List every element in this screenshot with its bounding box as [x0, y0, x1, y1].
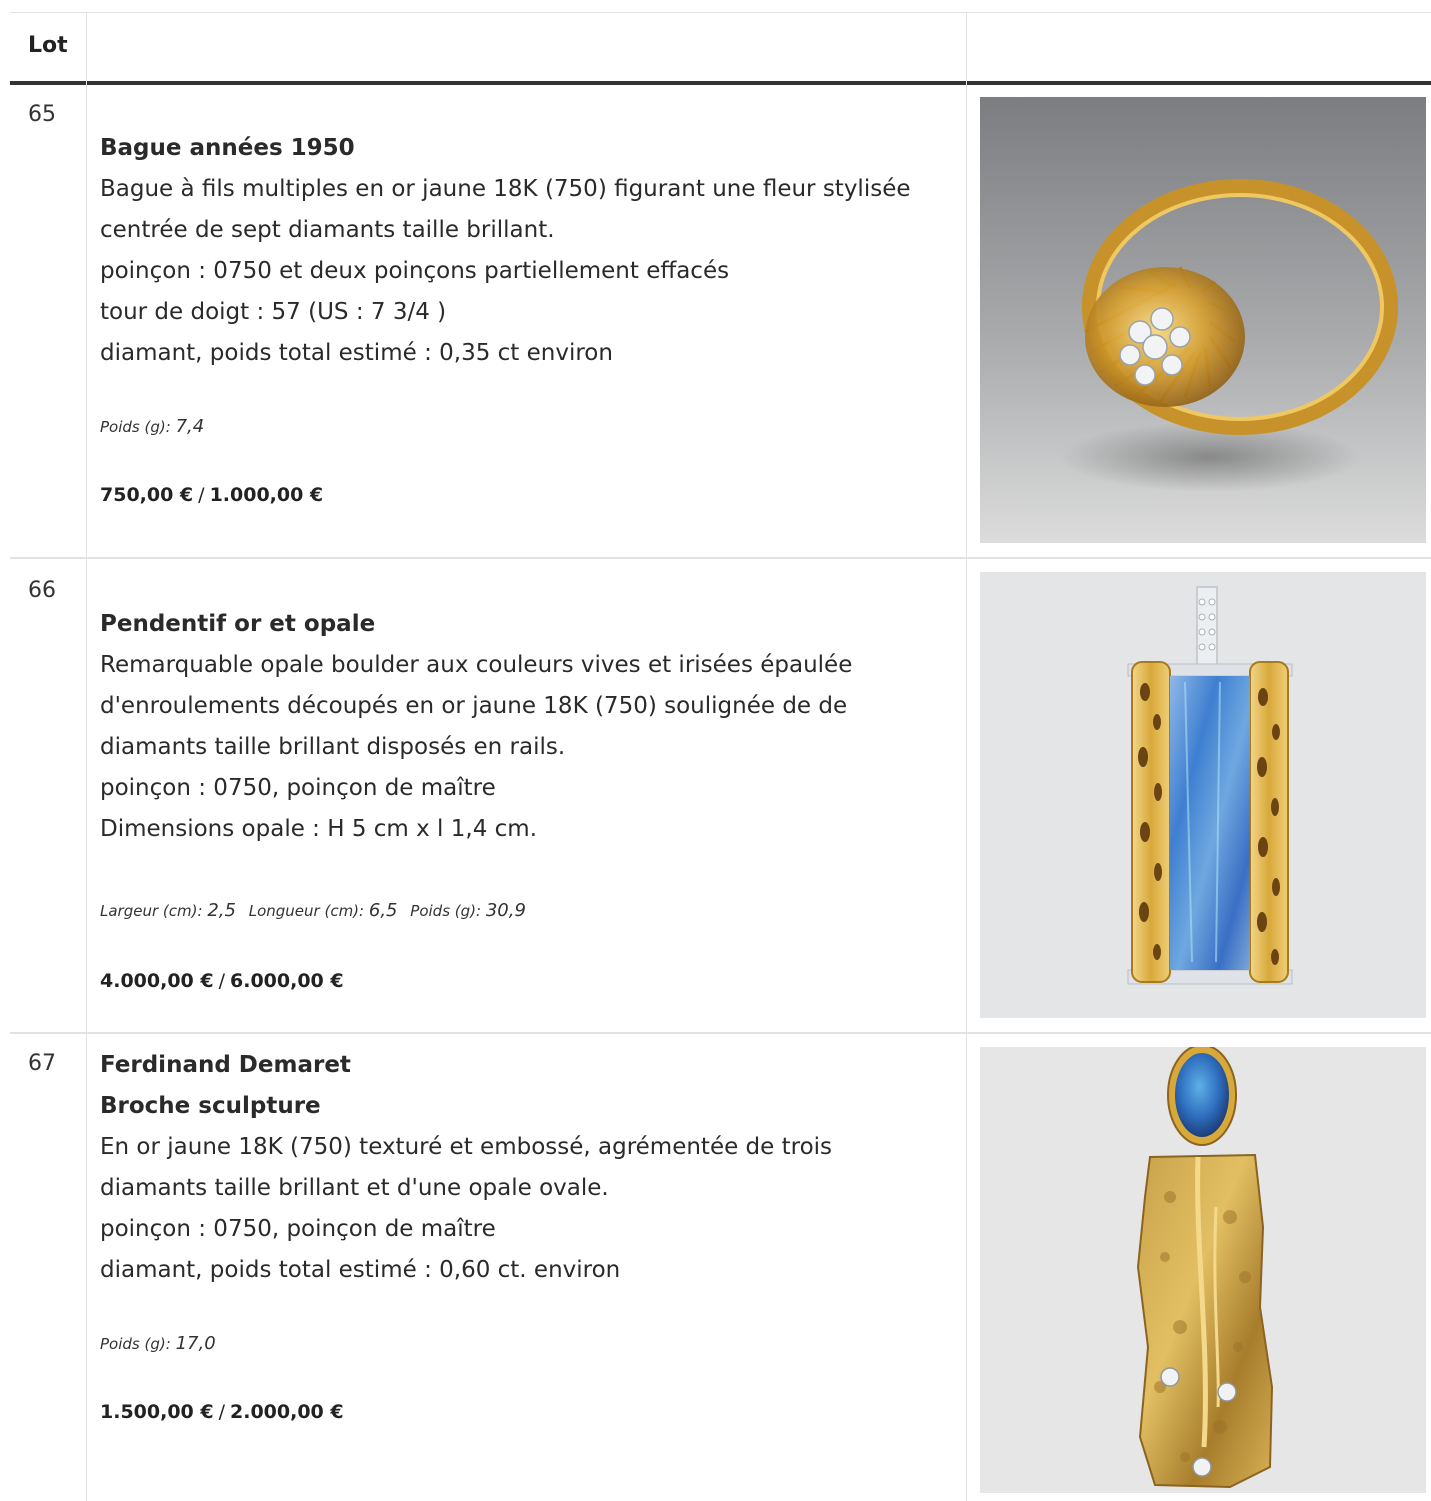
description-line: Remarquable opale boulder aux couleurs v… [100, 652, 853, 678]
lot-estimate: 1.500,00 €/2.000,00 € [100, 1401, 344, 1423]
lot-measurements: Poids (g): 17,0 [100, 1333, 216, 1354]
description-line: diamants taille brillant et d'une opale … [100, 1175, 609, 1201]
weight-label: Poids (g): [100, 418, 171, 436]
lot-number: 65 [28, 102, 56, 127]
lot-artist: Ferdinand Demaret [100, 1052, 351, 1078]
lot-measurements: Poids (g): 7,4 [100, 416, 204, 437]
lot-description: Pendentif or et opale Remarquable opale … [100, 604, 950, 850]
estimate-separator: / [218, 1401, 225, 1423]
description-line: poinçon : 0750 et deux poinçons partiell… [100, 258, 730, 284]
description-line: poinçon : 0750, poinçon de maître [100, 1216, 496, 1242]
lot-photo-pendant[interactable] [980, 572, 1426, 1018]
lot-title: Bague années 1950 [100, 135, 355, 161]
description-line: diamant, poids total estimé : 0,60 ct. e… [100, 1257, 621, 1283]
estimate-low: 4.000,00 € [100, 970, 214, 992]
lot-description: Ferdinand Demaret Broche sculpture En or… [100, 1045, 950, 1291]
weight-label: Poids (g): [100, 1335, 171, 1353]
description-line: poinçon : 0750, poinçon de maître [100, 775, 496, 801]
weight-value: 30,9 [485, 900, 526, 921]
width-label: Largeur (cm): [100, 902, 203, 920]
description-line: tour de doigt : 57 (US : 7 3/4 ) [100, 299, 447, 325]
lot-estimate: 750,00 €/1.000,00 € [100, 484, 323, 506]
description-line: centrée de sept diamants taille brillant… [100, 217, 555, 243]
lot-number: 66 [28, 578, 56, 603]
table-header: Lot [10, 12, 1431, 85]
table-row: 65 Bague années 1950 Bague à fils multip… [10, 84, 1431, 556]
weight-value: 7,4 [175, 416, 205, 437]
row-divider [10, 1032, 1431, 1034]
length-value: 6,5 [368, 900, 398, 921]
table-row: 66 Pendentif or et opale Remarquable opa… [10, 560, 1431, 1032]
description-line: Dimensions opale : H 5 cm x l 1,4 cm. [100, 816, 538, 842]
estimate-separator: / [218, 970, 225, 992]
description-line: En or jaune 18K (750) texturé et embossé… [100, 1134, 833, 1160]
lot-number: 67 [28, 1051, 56, 1076]
estimate-high: 2.000,00 € [230, 1401, 344, 1423]
estimate-low: 1.500,00 € [100, 1401, 214, 1423]
lot-estimate: 4.000,00 €/6.000,00 € [100, 970, 344, 992]
description-line: diamant, poids total estimé : 0,35 ct en… [100, 340, 613, 366]
estimate-high: 6.000,00 € [230, 970, 344, 992]
length-label: Longueur (cm): [248, 902, 365, 920]
table-row: 67 Ferdinand Demaret Broche sculpture En… [10, 1035, 1431, 1501]
width-value: 2,5 [207, 900, 236, 921]
estimate-separator: / [198, 484, 205, 506]
lot-title: Broche sculpture [100, 1093, 321, 1119]
lot-title: Pendentif or et opale [100, 611, 376, 637]
estimate-low: 750,00 € [100, 484, 194, 506]
lot-measurements: Largeur (cm): 2,5 Longueur (cm): 6,5 Poi… [100, 900, 526, 921]
lot-photo-brooch[interactable] [980, 1047, 1426, 1493]
row-divider [10, 557, 1431, 559]
weight-label: Poids (g): [410, 902, 482, 920]
description-line: diamants taille brillant disposés en rai… [100, 734, 566, 760]
lot-photo-ring[interactable] [980, 97, 1426, 543]
description-line: Bague à fils multiples en or jaune 18K (… [100, 176, 911, 202]
header-lot-label: Lot [28, 33, 68, 58]
description-line: d'enroulements découpés en or jaune 18K … [100, 693, 848, 719]
weight-value: 17,0 [175, 1333, 216, 1354]
lot-description: Bague années 1950 Bague à fils multiples… [100, 128, 950, 374]
estimate-high: 1.000,00 € [209, 484, 324, 506]
